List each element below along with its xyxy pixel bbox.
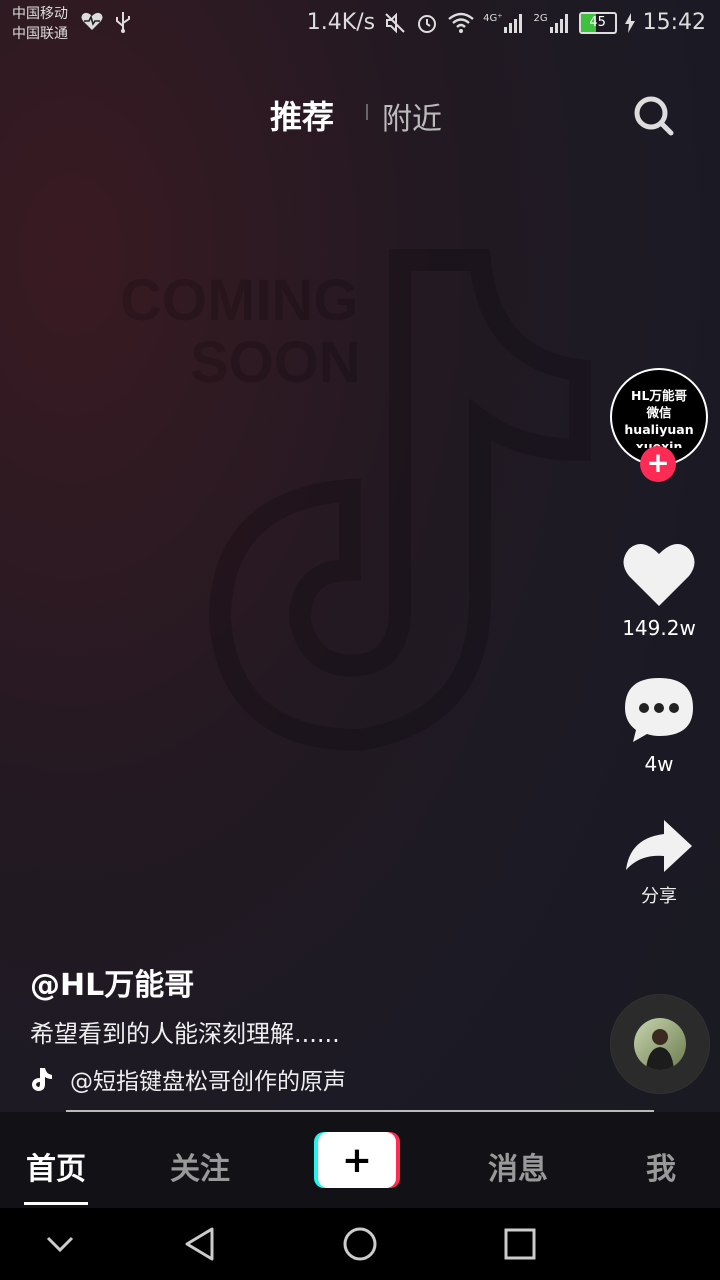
avatar-text-line: HL万能哥 (631, 387, 687, 403)
music-disc[interactable] (610, 994, 710, 1094)
signal-1-label: 4G⁺ (483, 12, 503, 24)
share-label: 分享 (641, 886, 677, 907)
nav-follow[interactable]: 关注 (170, 1144, 230, 1188)
charging-bolt-icon (624, 12, 635, 33)
health-heart-icon (81, 12, 103, 30)
watermark-line2: SOON (190, 330, 361, 395)
music-note-icon (32, 1068, 52, 1091)
music-row[interactable]: @短指键盘松哥创作的原声 (30, 1062, 390, 1096)
network-speed: 1.4K/s (306, 10, 376, 35)
alarm-icon (418, 14, 437, 33)
battery-level: 45 (589, 15, 606, 30)
comment-count: 4w (644, 752, 674, 776)
battery-icon: 45 (578, 11, 617, 34)
watermark-line1: COMING (120, 268, 358, 333)
search-icon[interactable] (632, 94, 676, 138)
nav-me[interactable]: 我 (646, 1144, 676, 1188)
back-triangle-icon[interactable] (182, 1226, 218, 1262)
carrier-2: 中国联通 (12, 26, 68, 42)
video-description: 希望看到的人能深刻理解...... (30, 1020, 340, 1048)
share-arrow-icon[interactable] (624, 818, 694, 874)
signal-bars-icon (504, 13, 523, 33)
coming-soon-watermark: COMING SOON (120, 249, 591, 752)
comment-bubble-icon[interactable] (623, 676, 695, 744)
mute-icon (385, 12, 405, 33)
tab-recommended[interactable]: 推荐 (270, 92, 334, 138)
status-bar: 中国移动 中国联通 1.4K/s 4G⁺ 2G 45 15:42 (0, 0, 720, 48)
top-tabs: 推荐 附近 (0, 90, 720, 140)
create-video-button[interactable]: + (314, 1132, 400, 1188)
cover-person-image (646, 1029, 674, 1070)
share-action[interactable]: 分享 (610, 818, 708, 908)
avatar-text-line: 微信 (646, 404, 672, 420)
create-plus-icon[interactable]: + (318, 1132, 396, 1188)
carrier-info: 中国移动 中国联通 (12, 4, 68, 44)
wifi-icon (448, 12, 474, 33)
signal-bars-icon (549, 13, 568, 33)
follow-button[interactable]: + (640, 446, 676, 482)
system-nav-bar (0, 1208, 720, 1280)
tab-nearby[interactable]: 附近 (382, 94, 442, 138)
music-title: @短指键盘松哥创作的原声 (70, 1069, 346, 1095)
chevron-down-icon[interactable] (44, 1226, 76, 1262)
home-circle-icon[interactable] (342, 1226, 378, 1262)
signal-4g: 4G⁺ (483, 12, 525, 34)
nav-messages[interactable]: 消息 (488, 1144, 548, 1188)
usb-icon (116, 12, 130, 33)
creator-avatar[interactable]: HL万能哥 微信 hualiyuan xuexin + (610, 368, 708, 482)
status-icons-left (80, 10, 132, 34)
like-count: 149.2w (622, 616, 696, 640)
carrier-1: 中国移动 (12, 6, 68, 22)
avatar-text-line: hualiyuan (624, 421, 694, 437)
video-username[interactable]: @HL万能哥 (30, 960, 194, 1004)
bottom-nav: 首页 关注 + 消息 我 (0, 1112, 720, 1208)
clock: 15:42 (642, 10, 706, 35)
signal-2g: 2G (533, 12, 570, 34)
music-cover (634, 1018, 686, 1070)
recents-square-icon[interactable] (502, 1226, 538, 1262)
status-icons-right: 1.4K/s 4G⁺ 2G 45 15:42 (307, 10, 706, 35)
like-action[interactable]: 149.2w (610, 540, 708, 640)
heart-icon[interactable] (622, 540, 696, 608)
signal-2-label: 2G (533, 12, 548, 24)
nav-active-indicator (24, 1202, 88, 1205)
nav-home[interactable]: 首页 (26, 1144, 86, 1188)
tab-divider (366, 104, 368, 120)
comment-action[interactable]: 4w (610, 676, 708, 776)
